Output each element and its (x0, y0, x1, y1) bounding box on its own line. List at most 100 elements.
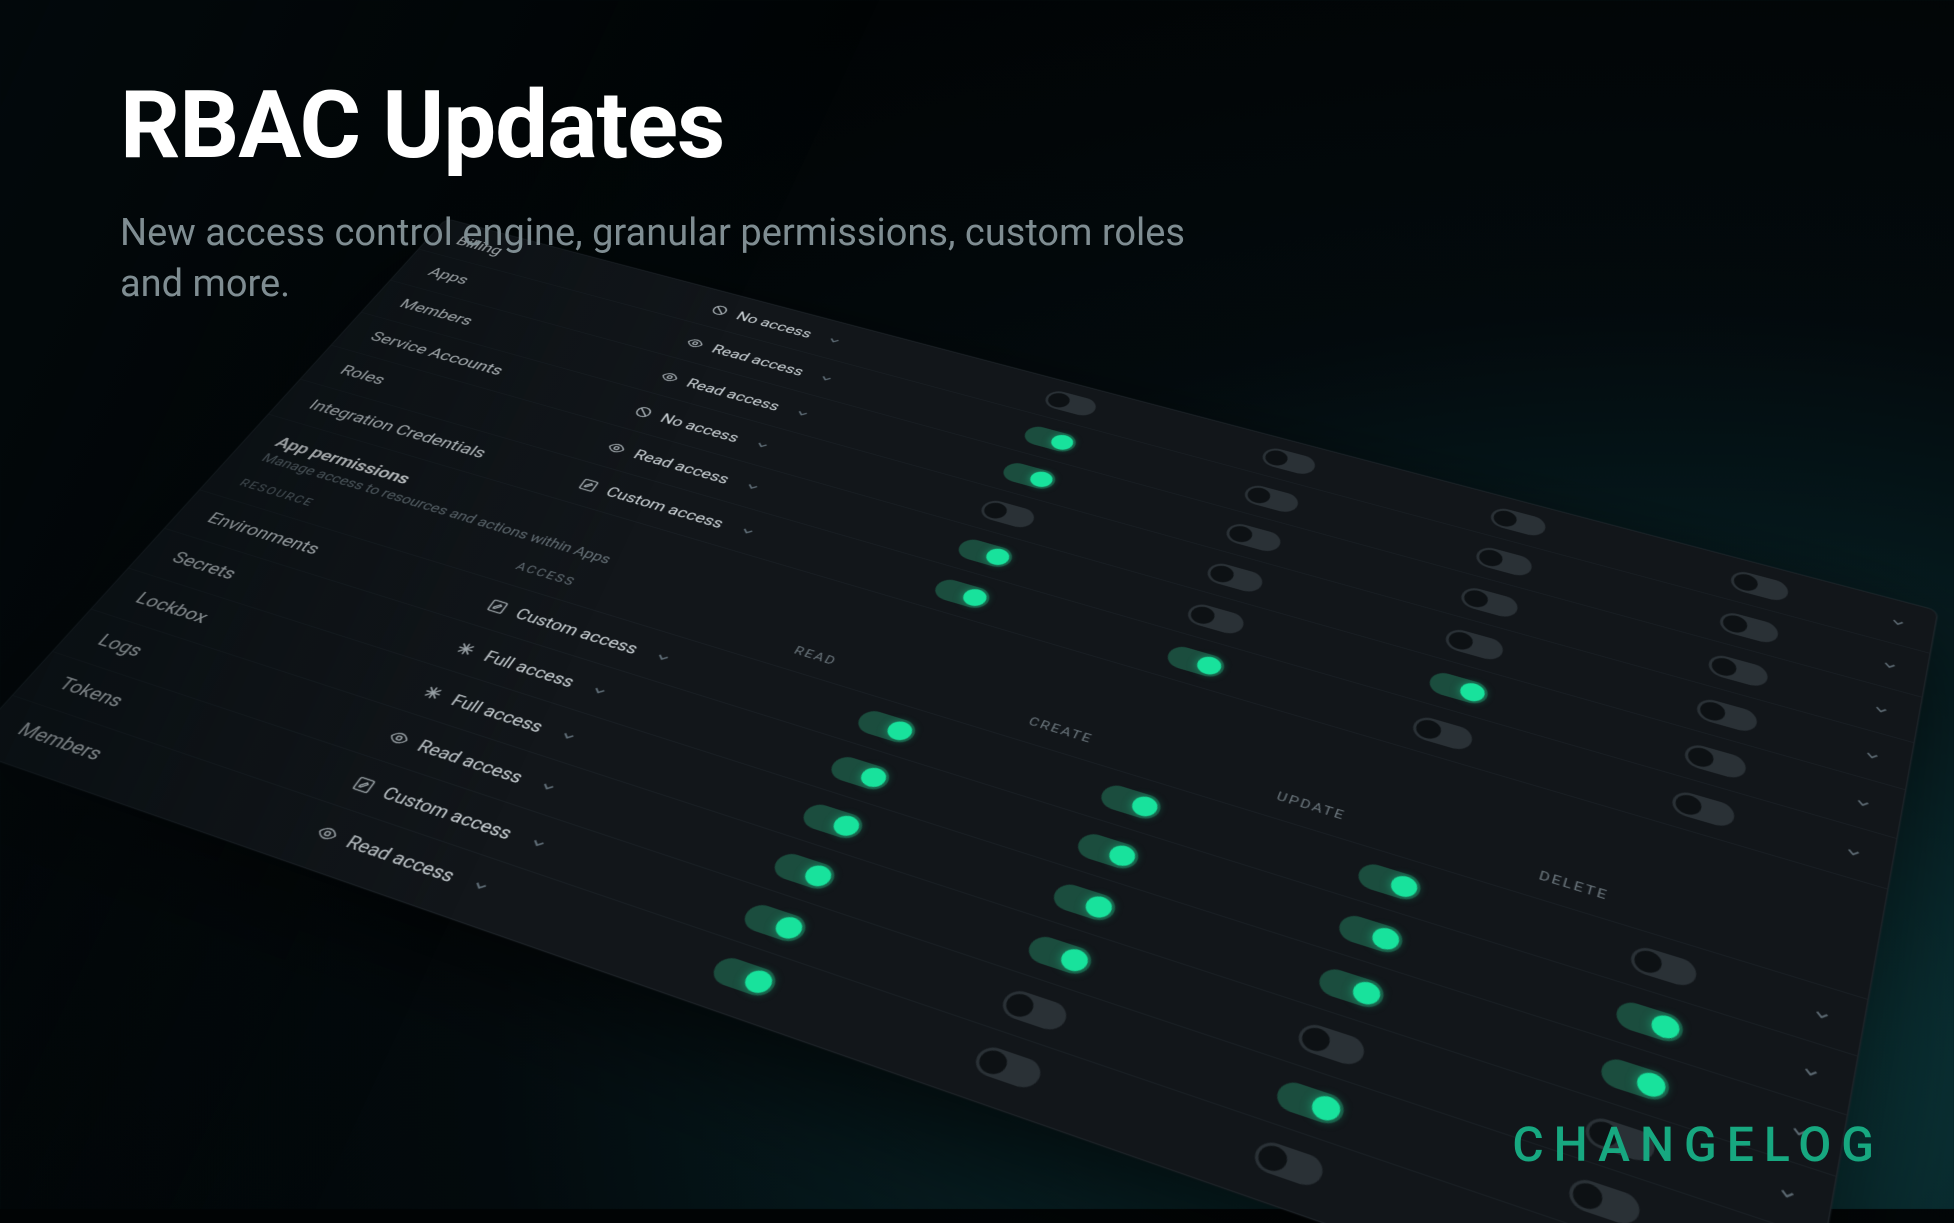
expand-row-chevron[interactable] (1852, 793, 1874, 812)
toggle-delete[interactable] (1706, 652, 1770, 689)
chevron-down-icon (736, 523, 759, 538)
chevron-down-icon (1861, 746, 1883, 764)
expand-row-chevron[interactable] (1861, 746, 1883, 764)
toggle-update[interactable] (1427, 669, 1491, 706)
toggle-create[interactable] (1259, 445, 1318, 476)
access-label: Full access (447, 690, 548, 735)
chevron-down-icon (587, 681, 612, 699)
chevron-down-icon (751, 437, 773, 451)
chevron-down-icon (816, 371, 837, 385)
column-header-read: READ (792, 643, 840, 668)
chevron-down-icon (792, 406, 813, 420)
chevron-down-icon (816, 371, 837, 385)
toggle-delete[interactable] (1598, 1054, 1672, 1103)
expand-row-chevron[interactable] (1888, 614, 1908, 631)
chevron-down-icon (587, 681, 612, 699)
toggle-create[interactable] (1241, 482, 1301, 514)
chevron-down-icon (742, 479, 764, 494)
chevron-down-icon (736, 523, 759, 538)
chevron-down-icon (651, 648, 675, 665)
toggle-create[interactable] (1074, 830, 1143, 872)
access-label: No access (657, 410, 743, 445)
toggle-create[interactable] (1223, 520, 1284, 553)
toggle-read[interactable] (854, 707, 920, 745)
chevron-down-icon (535, 777, 561, 796)
expand-row-chevron[interactable] (1842, 842, 1864, 862)
toggle-read[interactable] (799, 800, 868, 841)
chevron-down-icon (824, 333, 845, 346)
toggle-update[interactable] (1473, 544, 1534, 578)
changelog-badge: CHANGELOG (1512, 1116, 1884, 1173)
chevron-down-icon (1852, 793, 1874, 812)
page-title: RBAC Updates (120, 70, 1220, 180)
toggle-update[interactable] (1336, 911, 1407, 955)
toggle-read[interactable] (1000, 460, 1060, 491)
expand-row-chevron[interactable] (1799, 1060, 1823, 1083)
toggle-create[interactable] (1097, 781, 1165, 821)
page-subtitle: New access control engine, granular perm… (120, 208, 1220, 311)
toggle-update[interactable] (1295, 1020, 1368, 1068)
permissions-panel: BillingNo accessAppsRead accessMembersRe… (0, 218, 1938, 1223)
chevron-down-icon (1879, 656, 1900, 673)
column-header-update: UPDATE (1274, 788, 1347, 822)
toggle-read[interactable] (708, 954, 781, 1000)
toggle-read[interactable] (977, 497, 1038, 529)
toggle-delete[interactable] (1614, 997, 1686, 1044)
column-header-create: CREATE (1026, 713, 1095, 745)
toggle-create[interactable] (1204, 560, 1266, 594)
toggle-update[interactable] (1443, 626, 1506, 662)
chevron-down-icon (1810, 1003, 1834, 1025)
toggle-delete[interactable] (1682, 741, 1748, 780)
toggle-create[interactable] (1164, 643, 1228, 679)
expand-row-chevron[interactable] (1879, 656, 1900, 673)
toggle-update[interactable] (1273, 1077, 1348, 1127)
toggle-read[interactable] (1042, 388, 1100, 417)
toggle-delete[interactable] (1695, 696, 1760, 734)
chevron-down-icon (751, 437, 773, 451)
toggle-read[interactable] (1021, 423, 1080, 453)
chevron-down-icon (1871, 700, 1892, 718)
toggle-delete[interactable] (1628, 943, 1699, 988)
chevron-down-icon (1775, 1181, 1800, 1206)
toggle-update[interactable] (1488, 505, 1548, 537)
chevron-down-icon (824, 333, 845, 346)
chevron-down-icon (742, 479, 764, 494)
toggle-create[interactable] (971, 1043, 1046, 1092)
chevron-down-icon (555, 726, 580, 744)
toggle-read[interactable] (827, 753, 895, 792)
toggle-read[interactable] (739, 900, 811, 944)
chevron-down-icon (467, 875, 494, 895)
toggle-read[interactable] (955, 536, 1017, 569)
hero: RBAC Updates New access control engine, … (120, 70, 1220, 311)
expand-row-chevron[interactable] (1775, 1181, 1800, 1206)
chevron-down-icon (1888, 614, 1908, 631)
chevron-down-icon (1842, 842, 1864, 862)
toggle-create[interactable] (1024, 932, 1096, 977)
expand-row-chevron[interactable] (1810, 1003, 1834, 1025)
toggle-delete[interactable] (1670, 788, 1737, 829)
toggle-update[interactable] (1355, 860, 1424, 903)
toggle-read[interactable] (770, 849, 840, 891)
toggle-create[interactable] (1184, 601, 1247, 636)
toggle-create[interactable] (1049, 880, 1119, 923)
toggle-delete[interactable] (1718, 609, 1780, 644)
access-label: Full access (480, 646, 579, 690)
toggle-update[interactable] (1410, 713, 1476, 751)
chevron-down-icon (555, 726, 580, 744)
chevron-down-icon (535, 777, 561, 796)
toggle-update[interactable] (1250, 1137, 1327, 1189)
toggle-create[interactable] (998, 986, 1071, 1033)
access-label: No access (733, 308, 815, 340)
toggle-read[interactable] (931, 576, 994, 610)
toggle-update[interactable] (1458, 584, 1520, 619)
chevron-down-icon (792, 406, 813, 420)
expand-row-chevron[interactable] (1871, 700, 1892, 718)
chevron-down-icon (525, 833, 551, 853)
toggle-delete[interactable] (1566, 1174, 1643, 1223)
chevron-down-icon (1799, 1060, 1823, 1083)
chevron-down-icon (467, 875, 494, 895)
toggle-update[interactable] (1316, 964, 1388, 1010)
toggle-delete[interactable] (1729, 568, 1790, 602)
chevron-down-icon (525, 833, 551, 853)
chevron-down-icon (651, 648, 675, 665)
